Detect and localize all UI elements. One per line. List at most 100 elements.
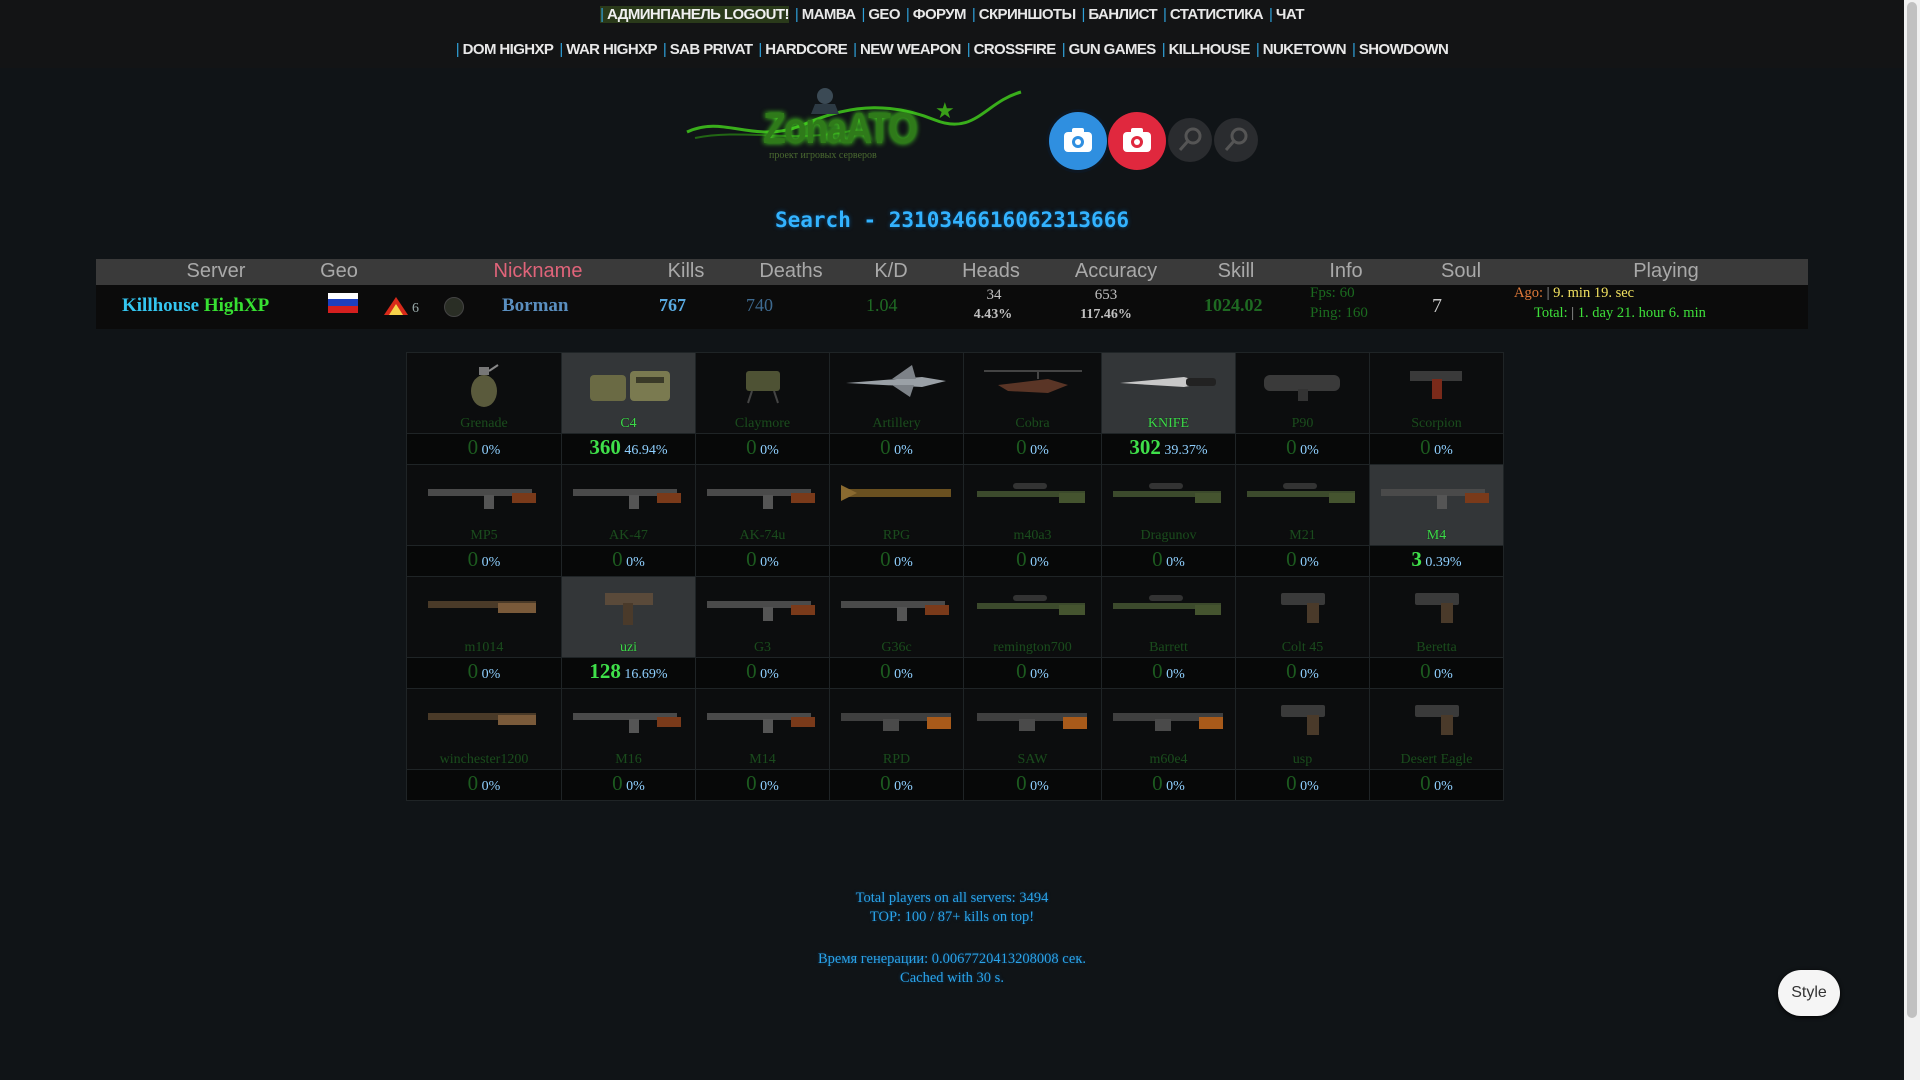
weapon-cell[interactable]: KNIFE xyxy=(1101,352,1236,434)
weapon-stat: 0 0% xyxy=(963,657,1102,689)
weapon-stat: 0 0% xyxy=(1101,657,1236,689)
ago-value: 9. min 19. sec xyxy=(1553,285,1635,301)
weapon-cell[interactable]: P90 xyxy=(1235,352,1370,434)
nav-hardcore[interactable]: HARDCORE xyxy=(758,41,847,58)
weapon-stat: 0 0% xyxy=(963,433,1102,465)
weapon-cell[interactable]: RPD xyxy=(829,688,964,770)
player-kd: 1.04 xyxy=(866,295,898,315)
site-logo[interactable]: ★ ZonaATO проект игровых серверов xyxy=(685,84,1025,164)
weapon-stat: 0 0% xyxy=(406,769,562,801)
pistol-icon xyxy=(1273,697,1333,746)
weapon-cell[interactable]: remington700 xyxy=(963,576,1102,658)
server-name[interactable]: Killhouse HighXP xyxy=(122,295,269,317)
weapon-cell[interactable]: RPG xyxy=(829,464,964,546)
weapon-cell[interactable]: winchester1200 xyxy=(406,688,562,770)
weapon-kills-pct: 0% xyxy=(1300,779,1319,794)
nav-showdown[interactable]: SHOWDOWN xyxy=(1352,41,1449,58)
weapon-kills: 0 xyxy=(746,435,757,459)
weapon-cell[interactable]: AK-47 xyxy=(561,464,696,546)
weapon-kills: 0 xyxy=(1420,435,1431,459)
weapon-cell[interactable]: M4 xyxy=(1369,464,1504,546)
logo-text: ZonaATO xyxy=(763,104,918,153)
nav-nuketown[interactable]: NUKETOWN xyxy=(1256,41,1347,58)
weapon-cell[interactable]: m60e4 xyxy=(1101,688,1236,770)
weapon-stat-row: 0 0% 0 0% 0 0% 0 0% 0 0% 0 0% 0 0% 0 0% xyxy=(406,769,1504,801)
total-label: Total: xyxy=(1534,305,1568,321)
search-button-2[interactable] xyxy=(1214,118,1258,162)
weapon-cell[interactable]: usp xyxy=(1235,688,1370,770)
style-button[interactable]: Style xyxy=(1778,970,1840,1016)
nav-gun-games[interactable]: GUN GAMES xyxy=(1062,41,1157,58)
nav-sab-privat[interactable]: SAB PRIVAT xyxy=(663,41,753,58)
weapon-name: P90 xyxy=(1291,416,1314,431)
weapon-cell[interactable]: MP5 xyxy=(406,464,562,546)
weapon-kills-pct: 0% xyxy=(760,443,779,458)
weapon-cell[interactable]: Desert Eagle xyxy=(1369,688,1504,770)
nav-statistics[interactable]: СТАТИСТИКА xyxy=(1163,6,1264,23)
nav-new-weapon[interactable]: NEW WEAPON xyxy=(853,41,961,58)
sniper-icon xyxy=(1243,473,1363,518)
search-icon xyxy=(1178,127,1202,151)
weapon-name: Desert Eagle xyxy=(1400,752,1473,767)
weapon-cell[interactable]: Grenade xyxy=(406,352,562,434)
nav-forum[interactable]: ФОРУМ xyxy=(906,6,967,23)
weapon-cell[interactable]: Colt 45 xyxy=(1235,576,1370,658)
player-nickname[interactable]: Borman xyxy=(502,295,569,317)
weapon-stat: 0 0% xyxy=(829,769,964,801)
weapon-kills-pct: 0% xyxy=(1030,443,1049,458)
weapon-stat: 3 0.39% xyxy=(1369,545,1504,577)
nav-chat[interactable]: ЧАТ xyxy=(1269,6,1304,23)
col-accuracy: Accuracy xyxy=(1074,260,1158,282)
weapon-cell[interactable]: Cobra xyxy=(963,352,1102,434)
weapon-cell[interactable]: m40a3 xyxy=(963,464,1102,546)
col-heads: Heads xyxy=(962,260,1020,282)
weapon-name: Colt 45 xyxy=(1281,640,1324,655)
weapon-cell[interactable]: Dragunov xyxy=(1101,464,1236,546)
weapon-stat: 0 0% xyxy=(1235,657,1370,689)
nav-killhouse[interactable]: KILLHOUSE xyxy=(1162,41,1251,58)
weapon-name: m1014 xyxy=(464,640,504,655)
weapon-cell[interactable]: M14 xyxy=(695,688,830,770)
weapon-cell[interactable]: C4 xyxy=(561,352,696,434)
weapon-cell[interactable]: m1014 xyxy=(406,576,562,658)
nav-war-highxp[interactable]: WAR HIGHXP xyxy=(559,41,657,58)
screenshot-camera-button[interactable] xyxy=(1049,112,1107,170)
weapon-cell[interactable]: M21 xyxy=(1235,464,1370,546)
scrollbar-thumb[interactable] xyxy=(1907,2,1917,1018)
nav-geo[interactable]: GEO xyxy=(861,6,900,23)
weapon-cell[interactable]: AK-74u xyxy=(695,464,830,546)
weapon-stat: 128 16.69% xyxy=(561,657,696,689)
weapon-cell[interactable]: uzi xyxy=(561,576,696,658)
screenshot-camera-red-button[interactable] xyxy=(1108,112,1166,170)
weapon-name: MP5 xyxy=(470,528,498,543)
nav-admin-logout[interactable]: АДМИНПАНЕЛЬ LOGOUT! xyxy=(600,6,789,23)
weapon-kills-pct: 0% xyxy=(894,667,913,682)
weapons-grid: Grenade C4 Claymore Artillery Cobra KNIFE P90 S… xyxy=(406,352,1504,801)
weapon-name: RPD xyxy=(882,752,911,767)
weapon-stat: 0 0% xyxy=(829,433,964,465)
weapon-kills-pct: 0% xyxy=(1166,667,1185,682)
weapon-cell[interactable]: Barrett xyxy=(1101,576,1236,658)
rifle-icon xyxy=(569,697,689,742)
weapon-kills: 0 xyxy=(1286,771,1297,795)
weapon-cell[interactable]: Artillery xyxy=(829,352,964,434)
nav-banlist[interactable]: БАНЛИСТ xyxy=(1082,6,1158,23)
page-scrollbar[interactable] xyxy=(1904,0,1920,1080)
player-row[interactable]: Killhouse HighXP 6 Borman 767 740 1.04 3… xyxy=(96,285,1808,329)
weapon-cell[interactable]: Claymore xyxy=(695,352,830,434)
weapon-cell[interactable]: Scorpion xyxy=(1369,352,1504,434)
search-button[interactable] xyxy=(1168,118,1212,162)
weapon-cell[interactable]: M16 xyxy=(561,688,696,770)
rifle-icon xyxy=(569,473,689,518)
weapon-cell[interactable]: G3 xyxy=(695,576,830,658)
weapon-kills: 0 xyxy=(880,547,891,571)
weapon-cell[interactable]: G36c xyxy=(829,576,964,658)
weapon-name: m60e4 xyxy=(1149,752,1188,767)
weapon-cell[interactable]: Beretta xyxy=(1369,576,1504,658)
weapon-cell[interactable]: SAW xyxy=(963,688,1102,770)
nav-mamba[interactable]: МАМВА xyxy=(795,6,856,23)
nav-dom-highxp[interactable]: DOM HIGHXP xyxy=(456,41,554,58)
nav-screenshots[interactable]: СКРИНШОТЫ xyxy=(972,6,1076,23)
nav-crossfire[interactable]: CROSSFIRE xyxy=(967,41,1057,58)
weapon-stat: 0 0% xyxy=(406,433,562,465)
